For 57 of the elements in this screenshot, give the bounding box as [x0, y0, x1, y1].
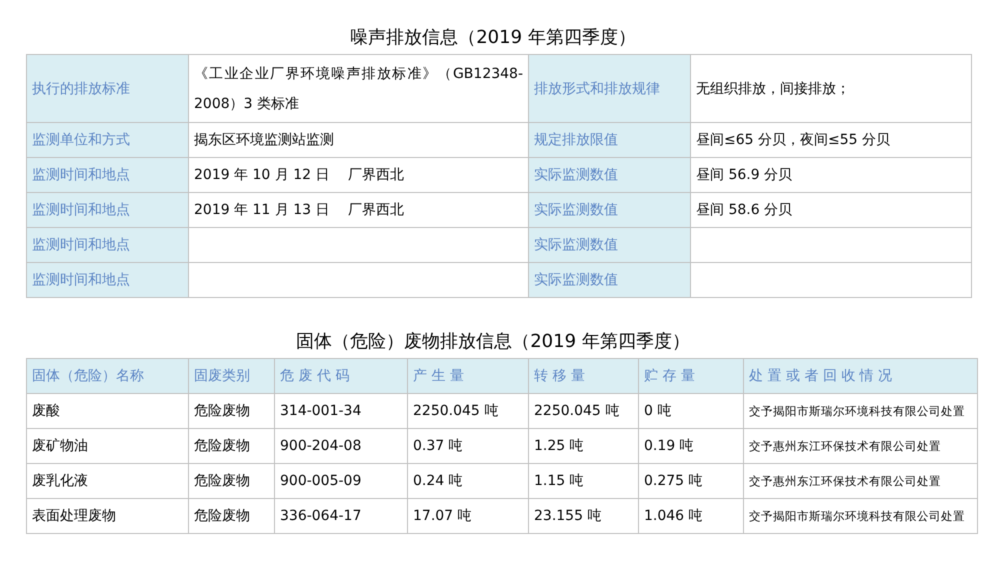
table-cell: 交予揭阳市斯瑞尔环境科技有限公司处置: [744, 394, 978, 428]
table-cell: 交予惠州东江环保技术有限公司处置: [744, 428, 978, 464]
table-cell: 314-001-34: [274, 394, 408, 428]
table-cell: 2250.045 吨: [408, 394, 528, 428]
table-cell: 昼间 58.6 分贝: [690, 192, 972, 228]
table-cell: 336-064-17: [274, 498, 408, 534]
table-cell: 1.15 吨: [528, 464, 638, 498]
table-cell: 交予揭阳市斯瑞尔环境科技有限公司处置: [744, 498, 978, 534]
table-cell: 规定排放限值: [528, 122, 690, 158]
column-header: 危 废 代 码: [274, 358, 408, 394]
table-cell: 交予惠州东江环保技术有限公司处置: [744, 464, 978, 498]
table-cell: 2250.045 吨: [528, 394, 638, 428]
column-header: 固废类别: [188, 358, 274, 394]
table-cell: 揭东区环境监测站监测: [188, 122, 528, 158]
table-cell: 实际监测数值: [528, 192, 690, 228]
table-cell: 废酸: [26, 394, 188, 428]
table-cell: 监测单位和方式: [26, 122, 188, 158]
table-cell: 1.046 吨: [638, 498, 744, 534]
table-cell: 0.275 吨: [638, 464, 744, 498]
column-header: 贮 存 量: [638, 358, 744, 394]
table-cell: 废乳化液: [26, 464, 188, 498]
table-cell: 实际监测数值: [528, 158, 690, 192]
table-cell: 危险废物: [188, 428, 274, 464]
table-cell: 900-204-08: [274, 428, 408, 464]
table-cell: 0.19 吨: [638, 428, 744, 464]
table-cell: 危险废物: [188, 498, 274, 534]
section-title: 固体（危险）废物排放信息（2019 年第四季度）: [295, 330, 691, 354]
column-header: 处 置 或 者 回 收 情 况: [744, 358, 978, 394]
table-cell: 表面处理废物: [26, 498, 188, 534]
table-cell: 0.37 吨: [408, 428, 528, 464]
table-cell: 排放形式和排放规律: [528, 54, 690, 122]
table-cell: 废矿物油: [26, 428, 188, 464]
table-cell: 执行的排放标准: [26, 54, 188, 122]
table-cell: 监测时间和地点: [26, 158, 188, 192]
table-cell: 无组织排放，间接排放；: [690, 54, 972, 122]
section-title: 噪声排放信息（2019 年第四季度）: [349, 26, 637, 50]
table-cell: 《工业企业厂界环境噪声排放标准》（GB12348-2008）3 类标准: [188, 54, 528, 122]
table-cell: 危险废物: [188, 464, 274, 498]
table-cell: 2019 年 11 月 13 日 厂界西北: [188, 192, 528, 228]
table-cell: 0.24 吨: [408, 464, 528, 498]
table-cell: 监测时间和地点: [26, 262, 188, 298]
table-cell: 2019 年 10 月 12 日 厂界西北: [188, 158, 528, 192]
table-cell: 监测时间和地点: [26, 192, 188, 228]
table-cell: 昼间≤65 分贝，夜间≤55 分贝: [690, 122, 972, 158]
table-cell: 实际监测数值: [528, 262, 690, 298]
table-cell: 900-005-09: [274, 464, 408, 498]
column-header: 固体（危险）名称: [26, 358, 188, 394]
table-cell: 1.25 吨: [528, 428, 638, 464]
table-cell: 17.07 吨: [408, 498, 528, 534]
table-cell: 监测时间和地点: [26, 228, 188, 262]
table-cell: 危险废物: [188, 394, 274, 428]
column-header: 产 生 量: [408, 358, 528, 394]
table-cell: 0 吨: [638, 394, 744, 428]
table-cell: 23.155 吨: [528, 498, 638, 534]
column-header: 转 移 量: [528, 358, 638, 394]
table-cell: 实际监测数值: [528, 228, 690, 262]
table-cell: 昼间 56.9 分贝: [690, 158, 972, 192]
